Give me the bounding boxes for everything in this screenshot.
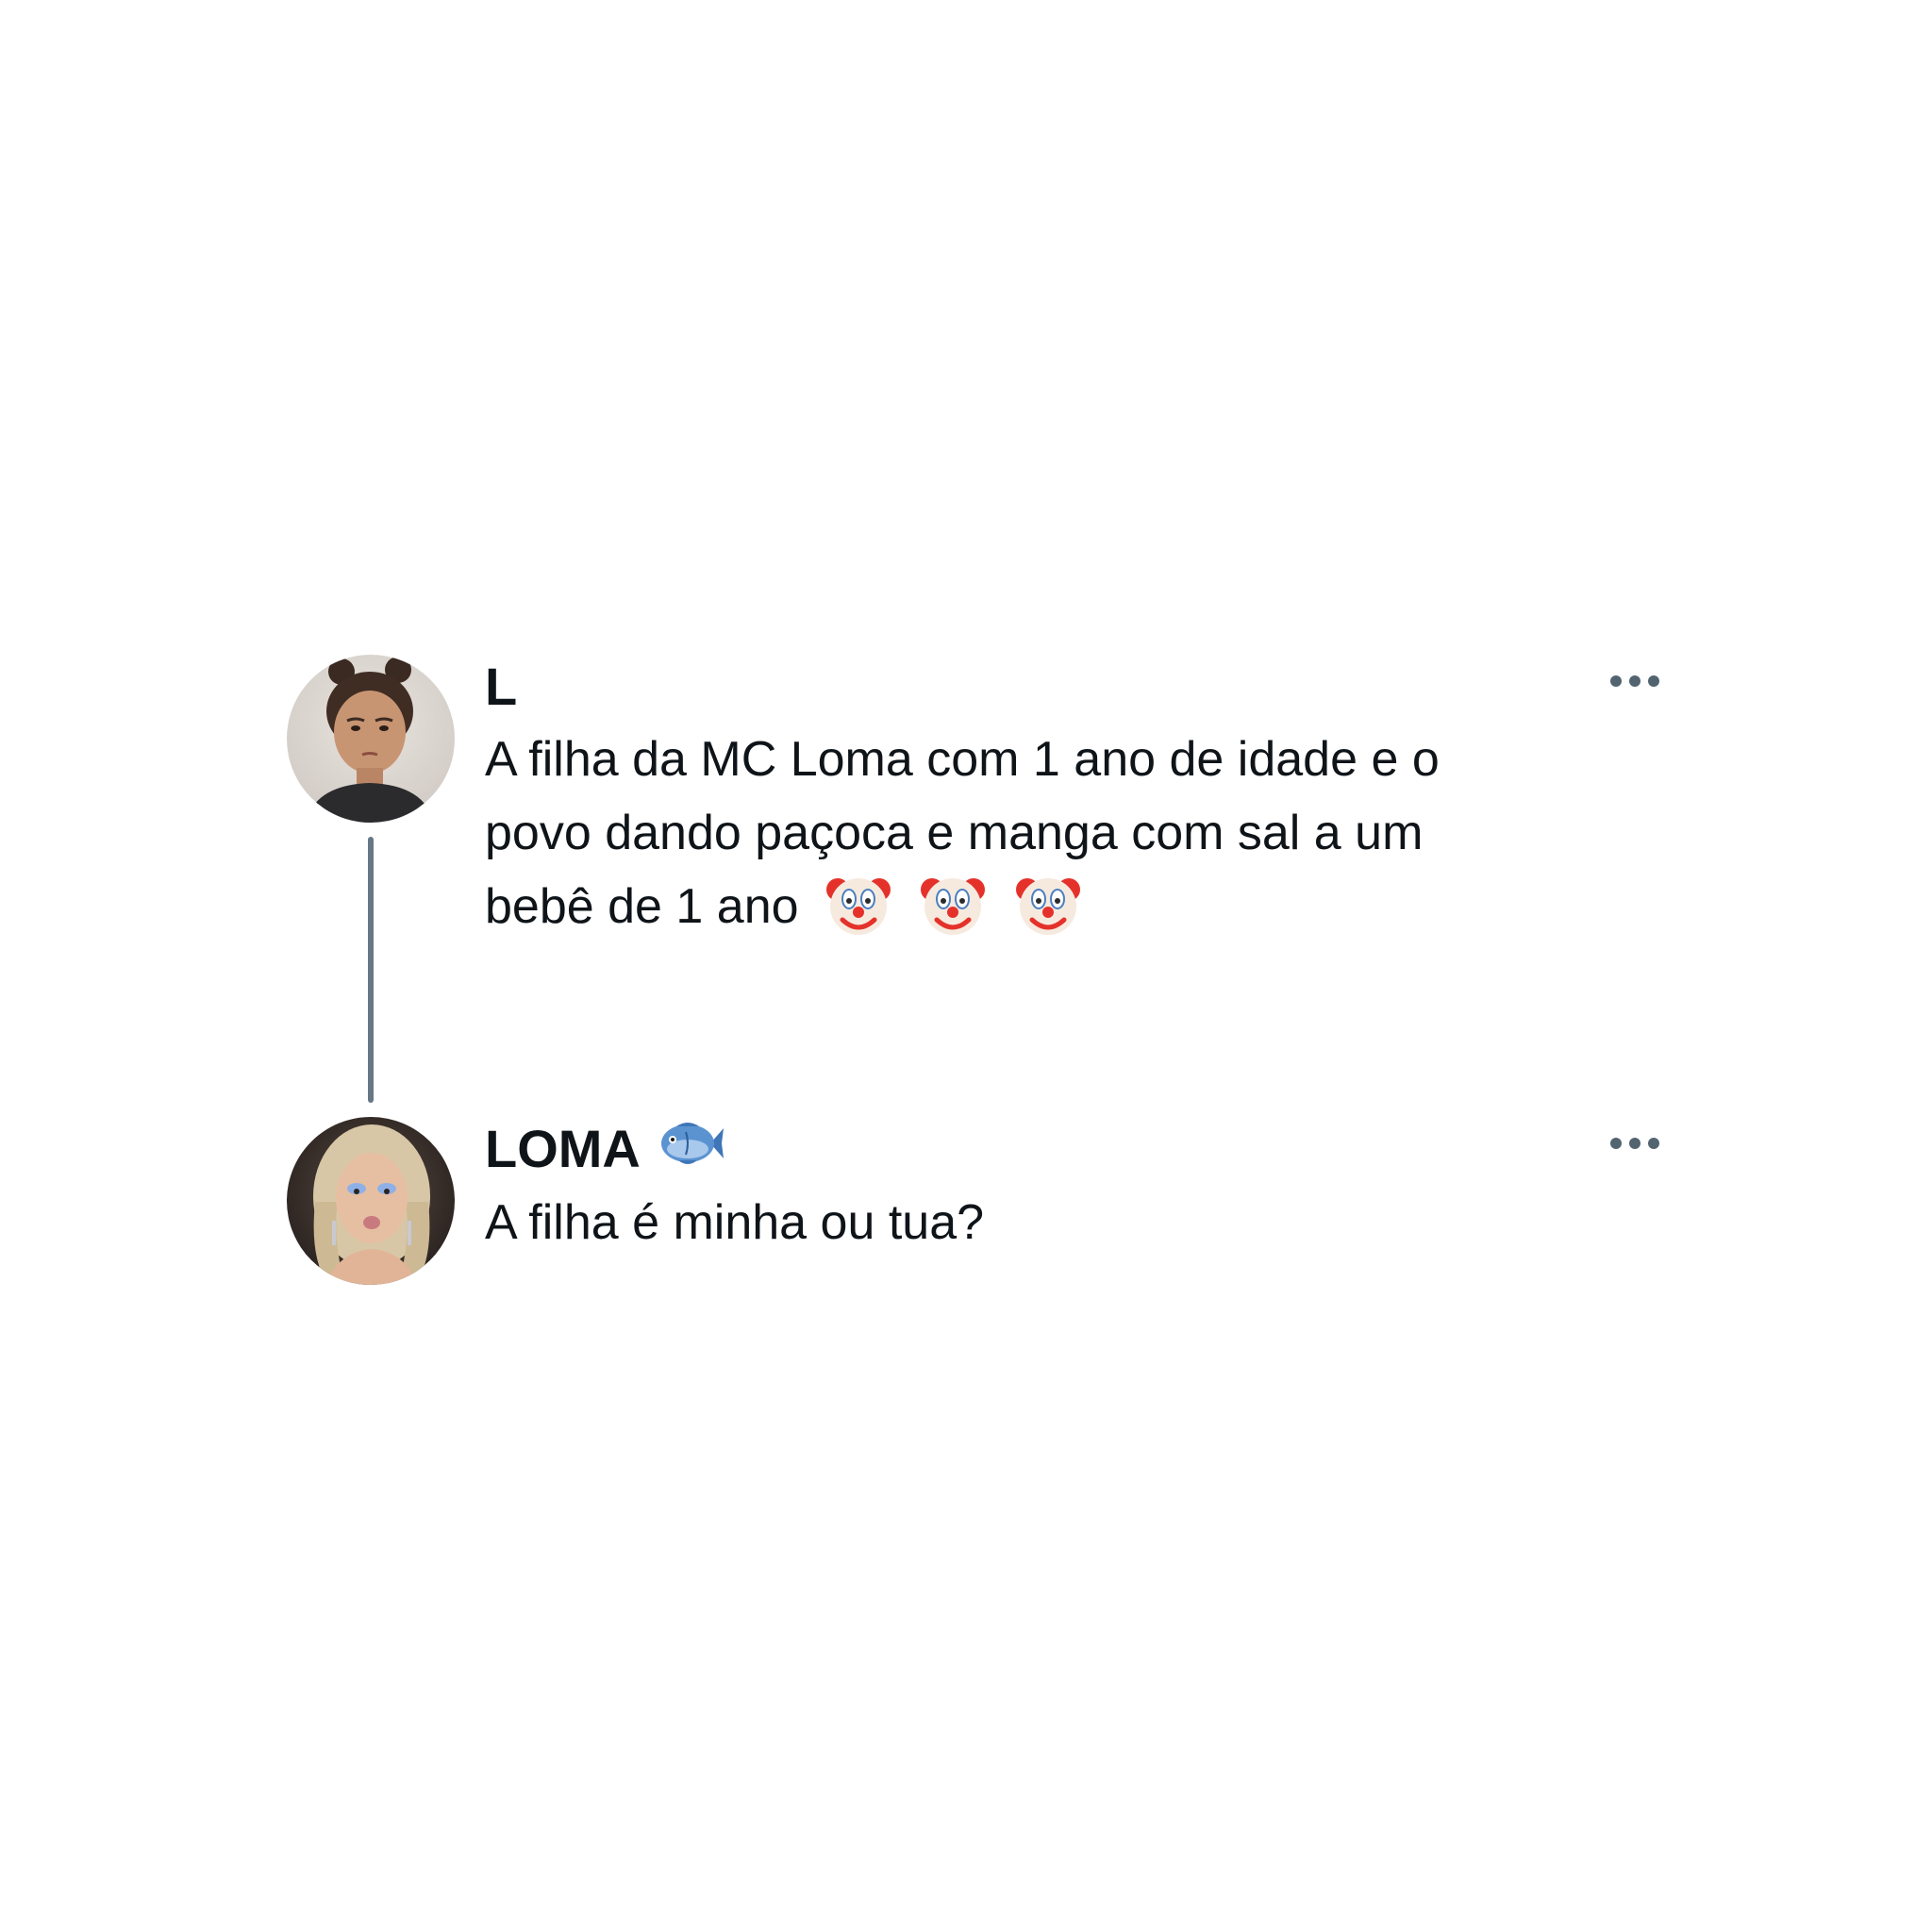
tweet-text-line: A filha é minha ou tua? (485, 1195, 985, 1250)
tweet-text: A filha da MC Loma com 1 ano de idade e … (485, 723, 1440, 944)
tweet-text-line-with-emoji: bebê de 1 ano (485, 870, 1440, 944)
more-options-button[interactable] (1609, 672, 1660, 691)
child-avatar-image (287, 655, 455, 823)
clown-face-icon (1013, 869, 1083, 939)
author-name[interactable]: LOMA (485, 1119, 724, 1184)
clown-face-icon (918, 869, 988, 939)
more-options-icon (1610, 675, 1659, 687)
tweet-text-line: bebê de 1 ano (485, 879, 799, 934)
author-name-text[interactable]: LOMA (485, 1119, 641, 1178)
avatar[interactable] (287, 1117, 455, 1285)
fish-icon (658, 1119, 724, 1180)
more-options-button[interactable] (1609, 1134, 1660, 1153)
thread-connector-line (368, 837, 374, 1103)
tweet-text-line: povo dando paçoca e manga com sal a um (485, 806, 1424, 860)
author-name-text[interactable]: L (485, 657, 517, 716)
author-name[interactable]: L (485, 657, 517, 717)
tweet-text: A filha é minha ou tua? (485, 1186, 984, 1259)
avatar[interactable] (287, 655, 455, 823)
loma-avatar-image (287, 1117, 455, 1285)
more-options-icon (1610, 1138, 1659, 1149)
tweet-text-line: A filha da MC Loma com 1 ano de idade e … (485, 732, 1440, 787)
clown-face-icon (824, 869, 893, 939)
